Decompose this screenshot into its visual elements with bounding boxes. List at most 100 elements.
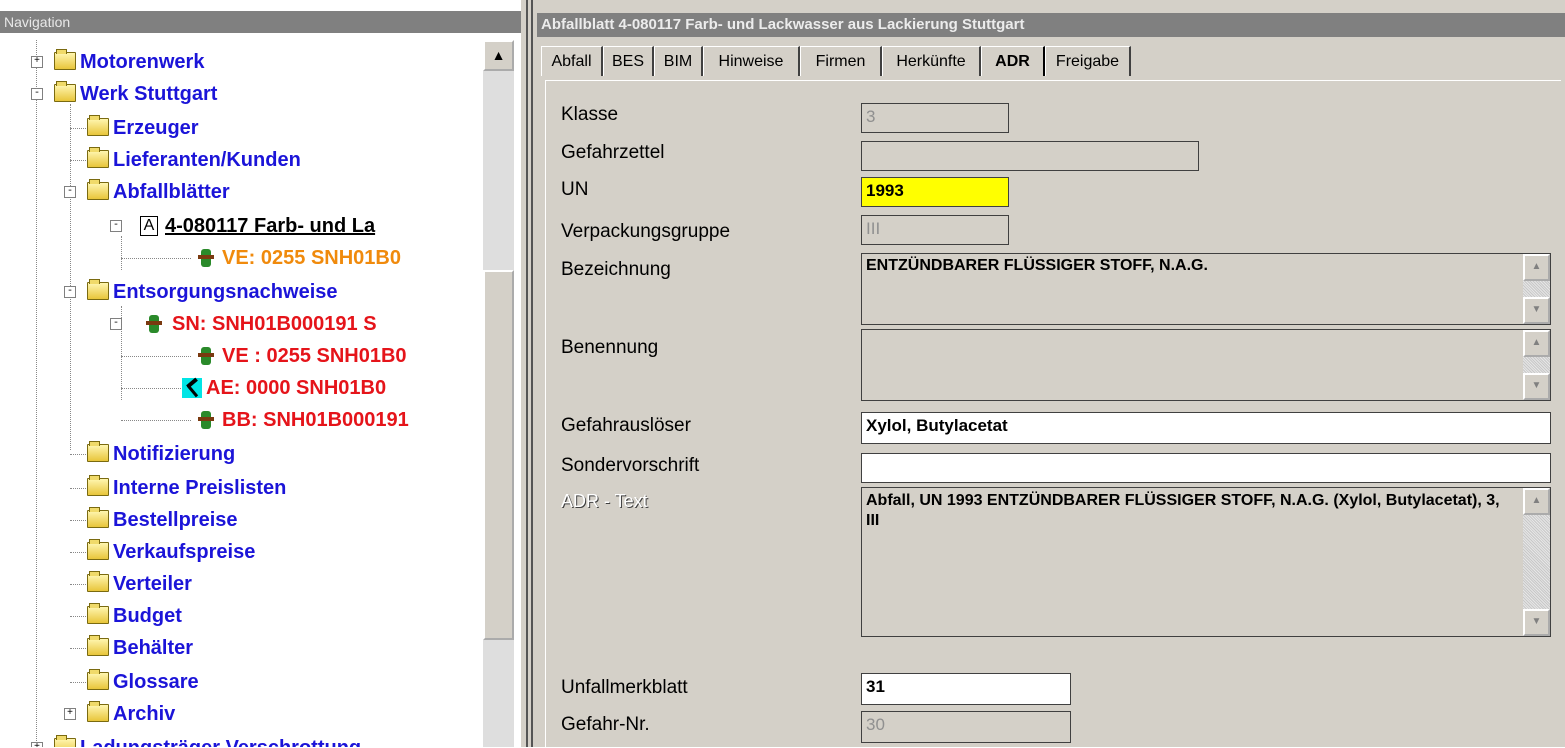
tree-item-label: Motorenwerk [80,51,205,73]
sondervorschrift-field[interactable] [861,453,1551,483]
tree-connector [70,682,86,683]
tree-guide-line [121,236,122,270]
window-title: Abfallblatt 4-080117 Farb- und Lackwasse… [537,13,1565,37]
scroll-down-arrow-icon[interactable]: ▼ [1523,609,1550,636]
folder-icon [87,635,109,656]
tree-item-label: Erzeuger [113,117,199,139]
tree-item-label: SN: SNH01B000191 S [172,313,377,335]
bezeichnung-textarea[interactable]: ENTZÜNDBARER FLÜSSIGER STOFF, N.A.G. ▲ ▼ [861,253,1551,325]
unfallmerkblatt-field[interactable]: 31 [861,673,1071,705]
tab-hinweise[interactable]: Hinweise [703,46,800,76]
tree-connector [121,258,191,259]
tree-item-label: Notifizierung [113,443,236,465]
tab-firmen[interactable]: Firmen [800,46,882,76]
scroll-up-arrow-icon[interactable]: ▲ [483,40,514,71]
tree-item-label: Behälter [113,637,194,659]
traffic-light-icon [198,249,214,267]
adr-text-label: ADR - Text [561,491,648,511]
expand-icon[interactable]: + [64,708,76,720]
tree-connector [70,160,86,161]
tree-connector [121,388,181,389]
traffic-light-icon [146,315,162,333]
folder-icon [87,603,109,624]
tree-item-label: VE: 0255 SNH01B0 [222,247,401,269]
benennung-scrollbar[interactable]: ▲ ▼ [1523,330,1550,400]
tree-connector [70,488,86,489]
tree-item-label: Bestellpreise [113,509,238,531]
gefahrausloeser-field[interactable]: Xylol, Butylacetat [861,412,1551,444]
tab-herkuenfte[interactable]: Herkünfte [882,46,981,76]
tree-connector [70,454,86,455]
verpackungsgruppe-field[interactable]: III [861,215,1009,245]
bezeichnung-scrollbar[interactable]: ▲ ▼ [1523,254,1550,324]
tab-bim[interactable]: BIM [654,46,703,76]
tree-connector [70,616,86,617]
folder-icon [87,147,109,168]
tab-freigabe[interactable]: Freigabe [1045,46,1131,76]
scroll-down-arrow-icon[interactable]: ▼ [1523,373,1550,400]
tree-item-label: AE: 0000 SNH01B0 [206,377,387,399]
tree-connector [70,552,86,553]
sondervorschrift-label: Sondervorschrift [561,455,700,476]
tree-guide-line [36,40,37,747]
navigation-header: Navigation [0,11,521,33]
tree-item-label: Ladungsträger Verschrottung [80,732,361,747]
tree-item-label: Verkaufspreise [113,541,256,563]
gefahr-nr-field[interactable]: 30 [861,711,1071,743]
un-field[interactable]: 1993 [861,177,1009,207]
bezeichnung-text: ENTZÜNDBARER FLÜSSIGER STOFF, N.A.G. [866,257,1208,274]
tree-item-label: VE : 0255 SNH01B0 [222,345,407,367]
open-folder-icon [87,179,109,200]
gefahrzettel-field[interactable] [861,141,1199,171]
tree-item-label: Interne Preislisten [113,477,287,499]
expand-icon[interactable]: + [31,56,43,68]
tree-item-label: BB: SNH01B000191 [222,409,409,431]
pane-splitter[interactable] [521,0,537,747]
adr-text-textarea[interactable]: Abfall, UN 1993 ENTZÜNDBARER FLÜSSIGER S… [861,487,1551,637]
folder-icon [87,539,109,560]
traffic-light-icon [198,347,214,365]
hammer-icon [182,378,202,398]
tab-abfall[interactable]: Abfall [541,46,603,76]
tree-connector [70,128,86,129]
collapse-icon[interactable]: - [110,318,122,330]
scroll-down-arrow-icon[interactable]: ▼ [1523,297,1550,324]
collapse-icon[interactable]: - [110,220,122,232]
folder-icon [87,669,109,690]
tree-item-label: Abfallblätter [113,181,230,203]
folder-icon [87,507,109,528]
tree-scrollbar[interactable]: ▲ [483,40,514,747]
collapse-icon[interactable]: - [64,186,76,198]
collapse-icon[interactable]: - [64,286,76,298]
unfallmerkblatt-label: Unfallmerkblatt [561,677,688,698]
tree-connector [121,420,191,421]
folder-icon [87,115,109,136]
scroll-up-arrow-icon[interactable]: ▲ [1523,488,1550,515]
scroll-up-arrow-icon[interactable]: ▲ [1523,254,1550,281]
tree-guide-line [70,104,71,450]
gefahrausloeser-label: Gefahrauslöser [561,415,691,436]
collapse-icon[interactable]: - [31,88,43,100]
adr-text-scrollbar[interactable]: ▲ ▼ [1523,488,1550,636]
adr-panel: Klasse 3 Gefahrzettel UN 1993 Verpackung… [545,80,1561,748]
benennung-textarea[interactable]: ▲ ▼ [861,329,1551,401]
tree-item-label: Lieferanten/Kunden [113,149,301,171]
tree-item-label: Entsorgungsnachweise [113,281,338,303]
folder-icon [87,571,109,592]
tab-adr[interactable]: ADR [981,46,1045,76]
scroll-up-arrow-icon[interactable]: ▲ [1523,330,1550,357]
navigation-tree: + Motorenwerk - Werk Stuttgart Erzeuger … [0,40,480,747]
gefahrzettel-label: Gefahrzettel [561,142,665,163]
open-folder-icon [54,81,76,102]
tree-item-label: Budget [113,605,182,627]
tree-item-label: Verteiler [113,573,192,595]
verpackungsgruppe-label: Verpackungsgruppe [561,221,731,242]
expand-icon[interactable]: + [31,742,43,747]
tree-connector [70,648,86,649]
scrollbar-thumb[interactable] [483,270,514,640]
un-label: UN [561,179,589,200]
tree-item-label: Archiv [113,703,176,725]
klasse-label: Klasse [561,104,619,125]
klasse-field[interactable]: 3 [861,103,1009,133]
tab-bes[interactable]: BES [603,46,654,76]
